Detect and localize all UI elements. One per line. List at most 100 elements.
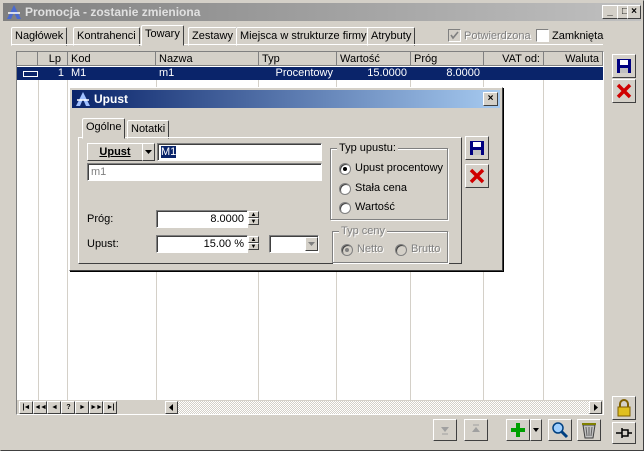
lock-button[interactable] — [612, 396, 636, 420]
pin-button[interactable] — [612, 422, 636, 444]
col-header-lp[interactable]: Lp — [38, 52, 68, 66]
dialog-save-button[interactable] — [465, 136, 489, 160]
prog-label: Próg: — [87, 213, 114, 225]
move-up-button[interactable] — [464, 419, 488, 441]
name-input[interactable]: m1 — [87, 163, 322, 181]
nav-first-button[interactable]: |◄ — [19, 401, 33, 414]
add-dropdown-button[interactable] — [530, 419, 542, 441]
nav-prev-button[interactable]: ◄ — [47, 401, 61, 414]
save-icon — [470, 141, 484, 155]
confirmed-checkbox[interactable] — [448, 29, 461, 42]
typ-upustu-group: Typ upustu: Upust procentowy Stała cena … — [330, 142, 448, 220]
check-icon — [450, 31, 459, 40]
upust-input[interactable]: 15.00 % — [156, 235, 248, 253]
currency-dropdown-button[interactable] — [305, 237, 318, 251]
search-button[interactable] — [548, 419, 572, 441]
trash-icon — [582, 423, 596, 439]
nav-help-button[interactable]: ? — [61, 401, 75, 414]
title-bar: Promocja - zostanie zmieniona _ □ × — [3, 3, 641, 21]
add-button[interactable] — [506, 419, 530, 441]
window-title: Promocja - zostanie zmieniona — [25, 5, 201, 19]
typ-ceny-group: Typ ceny Netto Brutto — [332, 225, 448, 263]
radio-brutto[interactable] — [395, 244, 407, 256]
arrow-up-icon — [472, 424, 480, 432]
pin-icon — [616, 428, 632, 438]
lock-icon — [617, 399, 631, 417]
row-indicator — [20, 67, 38, 80]
col-header-wartosc[interactable]: Wartość — [337, 52, 411, 66]
col-line — [38, 67, 39, 401]
scroll-left-button[interactable] — [165, 401, 178, 414]
dialog-app-icon — [76, 92, 90, 106]
grid-corner — [17, 52, 38, 66]
radio-netto-label: Netto — [357, 243, 384, 255]
radio-wartosc-label: Wartość — [355, 201, 395, 213]
typ-ceny-label: Typ ceny — [339, 225, 388, 237]
scroll-right-button[interactable] — [589, 401, 602, 414]
radio-netto[interactable] — [341, 244, 353, 256]
arrow-right-icon — [594, 404, 598, 411]
dialog-close-button[interactable]: × — [483, 92, 498, 106]
col-line — [67, 67, 68, 401]
cell-typ: Procentowy — [275, 67, 333, 79]
nav-prev-page-button[interactable]: ◄◄ — [33, 401, 47, 414]
upust-value: 15.00 — [203, 238, 232, 250]
chevron-down-icon — [533, 428, 539, 432]
cell-lp: 1 — [57, 67, 64, 79]
col-header-typ[interactable]: Typ — [259, 52, 337, 66]
radio-wartosc[interactable] — [339, 202, 351, 214]
save-button[interactable] — [612, 54, 636, 78]
chevron-down-icon — [308, 242, 315, 246]
code-input[interactable]: M1 — [157, 143, 322, 161]
dialog-tab-ogolne[interactable]: Ogólne — [82, 118, 126, 139]
cell-nazwa: m1 — [159, 67, 175, 79]
typ-upustu-label: Typ upustu: — [337, 142, 398, 154]
delete-icon — [616, 83, 632, 99]
close-button[interactable]: × — [627, 5, 641, 19]
prog-input[interactable]: 8.0000 — [156, 210, 248, 228]
search-icon — [552, 422, 569, 439]
delete-icon — [469, 168, 485, 184]
delete-button[interactable] — [612, 79, 636, 103]
add-icon — [511, 423, 525, 437]
tab-divider — [11, 44, 603, 45]
dialog-delete-button[interactable] — [465, 164, 489, 188]
upust-dropdown-button[interactable] — [142, 143, 155, 161]
cell-prog: 8.0000 — [446, 67, 480, 79]
radio-upust-procentowy[interactable] — [339, 163, 351, 175]
upust-dialog: Upust × Ogólne Notatki Upust M1 m1 Próg:… — [69, 87, 503, 271]
prog-spinner[interactable]: ▲ ▼ — [248, 211, 259, 227]
scroll-track[interactable] — [178, 401, 589, 414]
table-row[interactable]: 1 M1 m1 Procentowy 15.0000 8.0000 — [17, 67, 603, 80]
upust-select-button[interactable]: Upust — [87, 143, 143, 161]
arrow-left-icon — [169, 404, 173, 411]
radio-upust-procentowy-label: Upust procentowy — [355, 162, 444, 174]
dialog-title-bar: Upust × — [72, 90, 500, 108]
nav-next-button[interactable]: ► — [75, 401, 89, 414]
closed-label: Zamknięta — [552, 30, 604, 42]
save-icon — [617, 59, 631, 73]
col-header-waluta[interactable]: Waluta — [544, 52, 603, 66]
move-down-button[interactable] — [433, 419, 457, 441]
nav-next-page-button[interactable]: ►► — [89, 401, 103, 414]
col-line — [543, 67, 544, 401]
radio-stala-cena-label: Stała cena — [355, 182, 407, 194]
cell-waluta — [544, 67, 603, 80]
grid-navigation-bar: |◄ ◄◄ ◄ ? ► ►► ►| — [17, 400, 603, 414]
col-header-vat[interactable]: VAT od: — [484, 52, 544, 66]
tab-towary[interactable]: Towary — [141, 25, 184, 46]
closed-checkbox[interactable] — [536, 29, 549, 42]
minimize-button[interactable]: _ — [602, 5, 618, 19]
upust-spinner[interactable]: ▲ ▼ — [248, 236, 259, 252]
col-header-nazwa[interactable]: Nazwa — [156, 52, 259, 66]
upust-unit: % — [234, 238, 244, 250]
col-header-prog[interactable]: Próg — [411, 52, 484, 66]
cell-vat — [484, 67, 543, 80]
upust-label: Upust: — [87, 238, 119, 250]
app-icon — [7, 5, 21, 19]
dialog-title: Upust — [94, 92, 128, 106]
col-header-kod[interactable]: Kod — [68, 52, 156, 66]
nav-last-button[interactable]: ►| — [103, 401, 117, 414]
radio-stala-cena[interactable] — [339, 183, 351, 195]
trash-button[interactable] — [577, 419, 601, 441]
